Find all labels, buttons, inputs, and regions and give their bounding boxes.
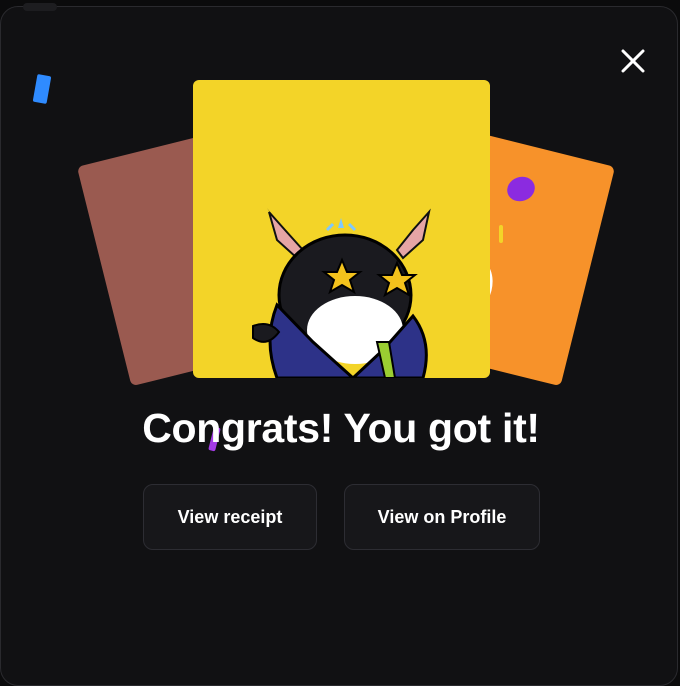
- view-on-profile-label: View on Profile: [377, 506, 507, 527]
- view-receipt-label: View receipt: [177, 506, 283, 527]
- congrats-headline: Congrats! You got it!: [142, 405, 540, 451]
- dialog-handle: [23, 3, 57, 11]
- character-art-featured: [252, 208, 431, 378]
- view-on-profile-button[interactable]: View on Profile: [344, 484, 540, 550]
- congrats-dialog: Congrats! You got it! View receipt View …: [0, 3, 678, 686]
- confetti-piece: [499, 225, 503, 243]
- close-icon: [621, 49, 645, 73]
- confetti-piece: [32, 73, 52, 105]
- close-button[interactable]: [613, 41, 653, 81]
- view-receipt-button[interactable]: View receipt: [143, 484, 317, 550]
- nft-card-featured: [193, 80, 490, 378]
